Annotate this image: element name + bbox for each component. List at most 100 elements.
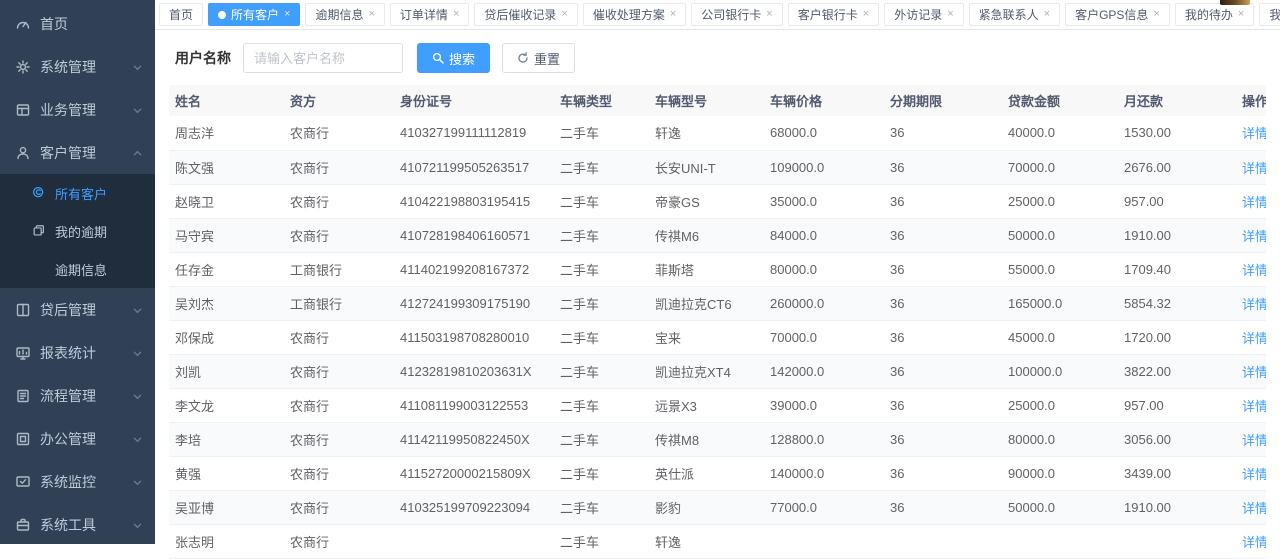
detail-link[interactable]: 详情 xyxy=(1242,263,1266,278)
close-icon[interactable]: × xyxy=(947,9,953,20)
sidebar-subitem[interactable]: 所有客户 xyxy=(0,174,155,212)
detail-link[interactable]: 详情 xyxy=(1242,297,1266,312)
sidebar-item[interactable]: 贷后管理 xyxy=(0,288,155,331)
user-icon xyxy=(15,145,31,161)
tab-我的流程[interactable]: 我的流程× xyxy=(1259,3,1280,26)
chart-icon xyxy=(15,345,31,361)
cell-funder: 工商银行 xyxy=(284,252,394,286)
detail-link[interactable]: 详情 xyxy=(1242,399,1266,414)
cell-funder: 农商行 xyxy=(284,184,394,218)
sidebar-item[interactable]: 业务管理 xyxy=(0,88,155,131)
tab-公司银行卡[interactable]: 公司银行卡× xyxy=(691,3,782,26)
cell-funder: 农商行 xyxy=(284,456,394,490)
tab-客户银行卡[interactable]: 客户银行卡× xyxy=(788,3,879,26)
detail-link[interactable]: 详情 xyxy=(1242,126,1266,141)
cell-vehicle_price: 140000.0 xyxy=(764,456,884,490)
cell-id_number: 411081199003122553 xyxy=(394,388,554,422)
tab-所有客户[interactable]: 所有客户× xyxy=(208,3,300,26)
sidebar-item[interactable]: 流程管理 xyxy=(0,374,155,417)
cell-action: 详情 xyxy=(1236,218,1266,252)
close-icon[interactable]: × xyxy=(670,9,676,20)
customer-name-input[interactable] xyxy=(243,43,403,73)
chevron-down-icon xyxy=(133,63,142,72)
cell-vehicle_type: 二手车 xyxy=(554,320,649,354)
sidebar-item-label: 系统管理 xyxy=(40,57,96,77)
close-icon[interactable]: × xyxy=(766,9,772,20)
cell-name: 刘凯 xyxy=(169,354,284,388)
chevron-up-icon xyxy=(133,149,142,158)
close-icon[interactable]: × xyxy=(1153,9,1159,20)
cell-action: 详情 xyxy=(1236,184,1266,218)
table-row: 陈文强农商行410721199505263517二手车长安UNI-T109000… xyxy=(169,150,1266,184)
tab-逾期信息[interactable]: 逾期信息× xyxy=(305,3,384,26)
close-icon[interactable]: × xyxy=(1238,9,1244,20)
detail-link[interactable]: 详情 xyxy=(1242,365,1266,380)
modules-icon xyxy=(15,102,31,118)
sidebar-item[interactable]: 系统工具 xyxy=(0,503,155,546)
cell-funder: 农商行 xyxy=(284,388,394,422)
close-icon[interactable]: × xyxy=(284,9,290,20)
tab-我的待办[interactable]: 我的待办× xyxy=(1175,3,1254,26)
close-icon[interactable]: × xyxy=(561,9,567,20)
detail-link[interactable]: 详情 xyxy=(1242,161,1266,176)
tab-贷后催收记录[interactable]: 贷后催收记录 × xyxy=(474,3,577,26)
detail-link[interactable]: 详情 xyxy=(1242,501,1266,516)
detail-link[interactable]: 详情 xyxy=(1242,467,1266,482)
tab-催收处理方案[interactable]: 催收处理方案 × xyxy=(583,3,686,26)
close-icon[interactable]: × xyxy=(368,9,374,20)
table-row: 吴亚博农商行410325199709223094二手车影豹77000.03650… xyxy=(169,490,1266,524)
cell-term: 36 xyxy=(884,490,1002,524)
cell-vehicle_price: 84000.0 xyxy=(764,218,884,252)
reset-button[interactable]: 重置 xyxy=(502,43,575,73)
cell-vehicle_model: 远景X3 xyxy=(649,388,764,422)
detail-link[interactable]: 详情 xyxy=(1242,535,1266,550)
sidebar-item[interactable]: 系统管理 xyxy=(0,45,155,88)
column-header: 分期期限 xyxy=(884,85,1002,116)
detail-link[interactable]: 详情 xyxy=(1242,433,1266,448)
cell-vehicle_type: 二手车 xyxy=(554,252,649,286)
detail-link[interactable]: 详情 xyxy=(1242,195,1266,210)
table-row: 任存金工商银行411402199208167372二手车菲斯塔80000.036… xyxy=(169,252,1266,286)
cell-id_number xyxy=(394,524,554,558)
cell-id_number: 410327199111112819 xyxy=(394,116,554,150)
tab-label: 催收处理方案 xyxy=(593,6,665,23)
sidebar-subitem[interactable]: 逾期信息 xyxy=(0,250,155,288)
chevron-down-icon xyxy=(133,435,142,444)
close-icon[interactable]: × xyxy=(453,9,459,20)
tab-订单详情[interactable]: 订单详情× xyxy=(390,3,469,26)
username-label: 用户名称 xyxy=(175,48,231,68)
cell-name: 陈文强 xyxy=(169,150,284,184)
table-row: 李培农商行41142119950822450X二手车传祺M8128800.036… xyxy=(169,422,1266,456)
cell-vehicle_type: 二手车 xyxy=(554,184,649,218)
cell-name: 赵晓卫 xyxy=(169,184,284,218)
sidebar-item[interactable]: 首页 xyxy=(0,2,155,45)
cell-vehicle_type: 二手车 xyxy=(554,490,649,524)
tab-外访记录[interactable]: 外访记录× xyxy=(884,3,963,26)
sidebar-item[interactable]: 客户管理 xyxy=(0,131,155,174)
sidebar-item[interactable]: 办公管理 xyxy=(0,417,155,460)
detail-link[interactable]: 详情 xyxy=(1242,331,1266,346)
tab-首页[interactable]: 首页 xyxy=(159,3,203,26)
cell-id_number: 41142119950822450X xyxy=(394,422,554,456)
detail-link[interactable]: 详情 xyxy=(1242,229,1266,244)
cell-funder: 农商行 xyxy=(284,116,394,150)
cell-monthly_payment: 1530.00 xyxy=(1118,116,1236,150)
search-button[interactable]: 搜索 xyxy=(417,43,490,73)
table-row: 黄强农商行41152720000215809X二手车英仕派140000.0369… xyxy=(169,456,1266,490)
cell-loan_amount: 40000.0 xyxy=(1002,116,1118,150)
sidebar-item-label: 报表统计 xyxy=(40,343,96,363)
tab-label: 贷后催收记录 xyxy=(484,6,556,23)
tab-紧急联系人[interactable]: 紧急联系人× xyxy=(969,3,1060,26)
table-header-row: 姓名资方身份证号车辆类型车辆型号车辆价格分期期限贷款金额月还款操作 xyxy=(169,85,1266,116)
cell-action: 详情 xyxy=(1236,354,1266,388)
cell-id_number: 411402199208167372 xyxy=(394,252,554,286)
close-icon[interactable]: × xyxy=(863,9,869,20)
cell-vehicle_price: 260000.0 xyxy=(764,286,884,320)
cell-name: 李文龙 xyxy=(169,388,284,422)
sidebar-subitem[interactable]: 我的逾期 xyxy=(0,212,155,250)
tab-客户GPS信息[interactable]: 客户GPS信息× xyxy=(1065,3,1170,26)
column-header: 贷款金额 xyxy=(1002,85,1118,116)
sidebar-item[interactable]: 报表统计 xyxy=(0,331,155,374)
sidebar-item[interactable]: 系统监控 xyxy=(0,460,155,503)
close-icon[interactable]: × xyxy=(1044,9,1050,20)
